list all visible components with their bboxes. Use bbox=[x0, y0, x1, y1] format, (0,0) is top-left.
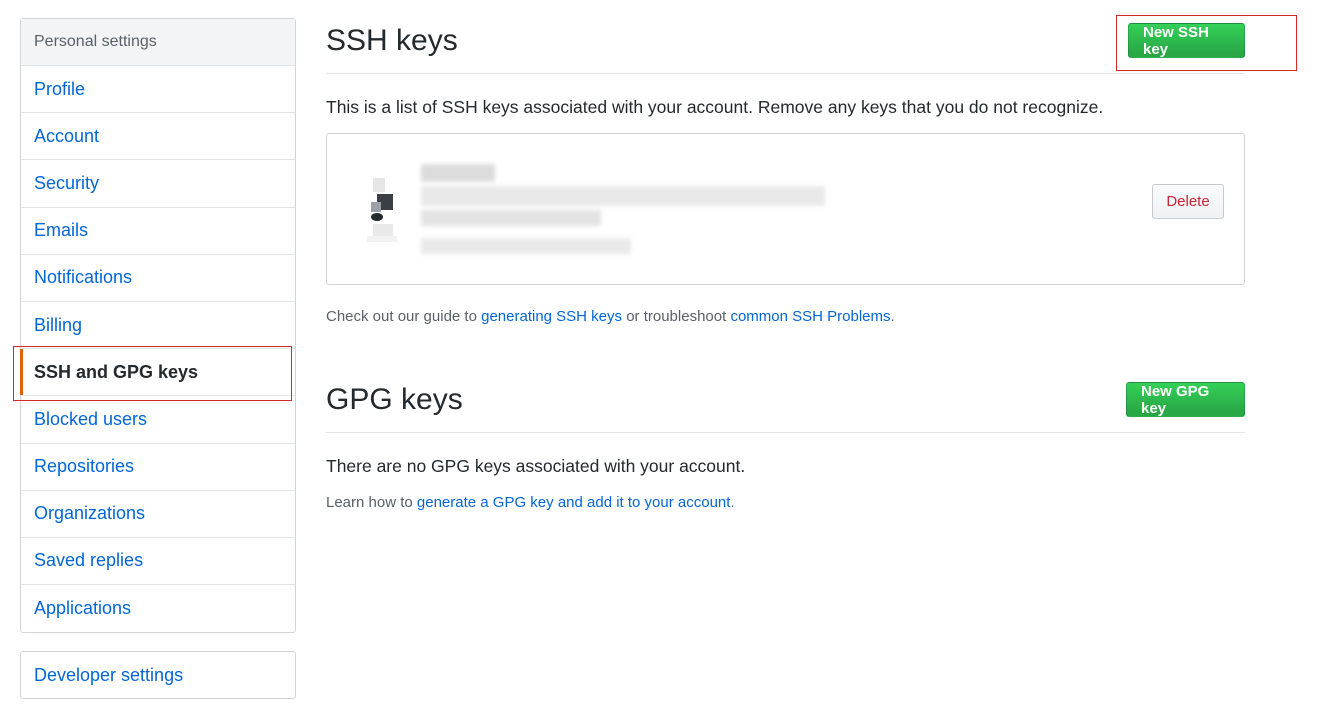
redacted-key-title bbox=[421, 164, 495, 182]
ssh-keys-title: SSH keys bbox=[326, 24, 458, 57]
ssh-guide-prefix: Check out our guide to bbox=[326, 308, 482, 325]
sidebar-item-organizations[interactable]: Organizations bbox=[21, 491, 295, 538]
sidebar-item-blocked-users[interactable]: Blocked users bbox=[21, 396, 295, 444]
redacted-key-added bbox=[421, 210, 601, 226]
sidebar-item-notifications[interactable]: Notifications bbox=[21, 255, 295, 302]
gpg-learn-note: Learn how to generate a GPG key and add … bbox=[326, 494, 735, 511]
key-icon bbox=[367, 178, 397, 242]
sidebar-item-developer-settings[interactable]: Developer settings bbox=[21, 652, 295, 698]
new-ssh-key-button[interactable]: New SSH key bbox=[1128, 23, 1245, 58]
sidebar-item-applications[interactable]: Applications bbox=[21, 585, 295, 632]
sidebar-item-security[interactable]: Security bbox=[21, 160, 295, 208]
ssh-guide-middle: or troubleshoot bbox=[622, 308, 731, 325]
sidebar-item-emails[interactable]: Emails bbox=[21, 208, 295, 255]
sidebar-item-saved-replies[interactable]: Saved replies bbox=[21, 538, 295, 586]
sidebar-item-account[interactable]: Account bbox=[21, 113, 295, 161]
ssh-keys-description: This is a list of SSH keys associated wi… bbox=[326, 97, 1104, 117]
gpg-keys-title: GPG keys bbox=[326, 383, 463, 416]
sidebar-heading: Personal settings bbox=[21, 19, 295, 66]
developer-settings-menu: Developer settings bbox=[20, 651, 296, 699]
gpg-keys-header: GPG keys New GPG key bbox=[326, 370, 1245, 433]
ssh-key-entry: Delete bbox=[326, 133, 1245, 285]
gpg-empty-message: There are no GPG keys associated with yo… bbox=[326, 456, 746, 476]
generating-ssh-keys-link[interactable]: generating SSH keys bbox=[481, 308, 622, 325]
delete-ssh-key-button[interactable]: Delete bbox=[1152, 184, 1224, 219]
common-ssh-problems-link[interactable]: common SSH Problems bbox=[730, 308, 890, 325]
settings-sidebar: Personal settings Profile Account Securi… bbox=[20, 18, 296, 634]
sidebar-item-ssh-gpg-keys[interactable]: SSH and GPG keys bbox=[20, 349, 295, 397]
ssh-guide-suffix: . bbox=[890, 308, 895, 325]
sidebar-item-repositories[interactable]: Repositories bbox=[21, 444, 295, 491]
gpg-learn-suffix: . bbox=[730, 494, 735, 511]
ssh-keys-header: SSH keys New SSH key bbox=[326, 0, 1245, 74]
sidebar-item-billing[interactable]: Billing bbox=[21, 302, 295, 350]
redacted-key-last-used bbox=[421, 238, 631, 254]
new-gpg-key-button[interactable]: New GPG key bbox=[1126, 382, 1245, 417]
redacted-key-fingerprint bbox=[421, 186, 825, 206]
ssh-guide-note: Check out our guide to generating SSH ke… bbox=[326, 308, 895, 325]
sidebar-item-profile[interactable]: Profile bbox=[21, 66, 295, 114]
gpg-learn-prefix: Learn how to bbox=[326, 494, 417, 511]
generate-gpg-key-link[interactable]: generate a GPG key and add it to your ac… bbox=[417, 494, 731, 511]
